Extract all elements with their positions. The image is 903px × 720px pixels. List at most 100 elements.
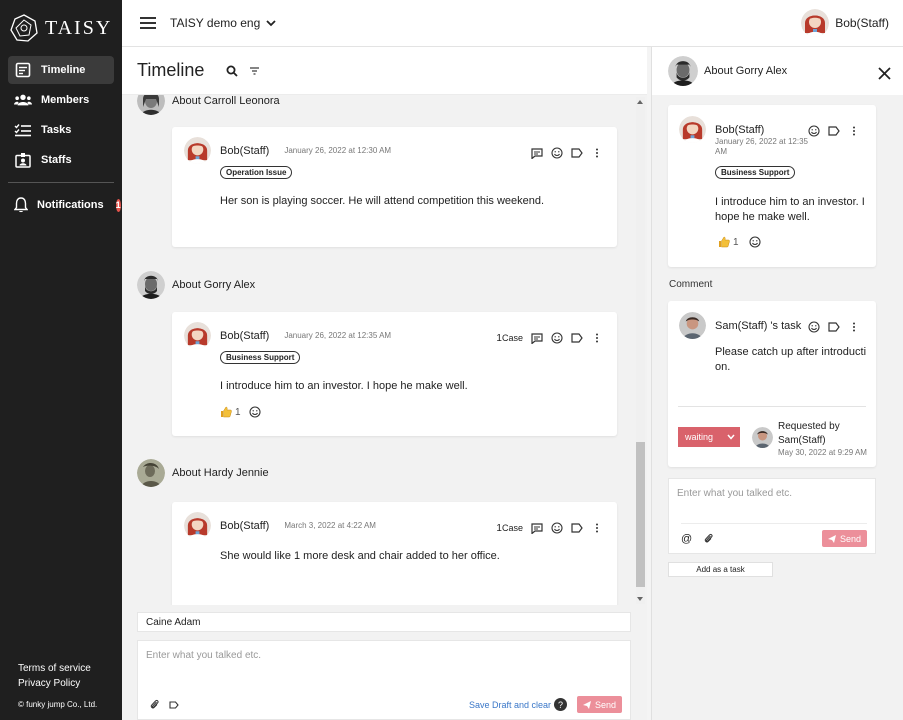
logo[interactable]: TAISY <box>0 0 122 46</box>
timeline-feed[interactable]: About Carroll Leonora Bob(Staff) January… <box>122 95 634 605</box>
scroll-up-icon[interactable] <box>637 100 643 104</box>
sidebar-item-label: Notifications <box>37 199 104 211</box>
emoji-icon[interactable] <box>808 321 820 333</box>
like-reaction[interactable]: 1 <box>220 406 241 418</box>
reactions: 1 <box>220 406 261 418</box>
org-name: TAISY demo eng <box>170 16 261 30</box>
tag-icon[interactable] <box>169 700 179 709</box>
requester-name[interactable]: Sam(Staff) <box>778 434 867 448</box>
tag-icon[interactable] <box>571 147 583 159</box>
members-icon <box>14 91 32 109</box>
top-bar: TAISY demo eng Bob(Staff) <box>122 0 903 47</box>
staffs-icon <box>14 151 32 169</box>
task-card: Sam(Staff) 's task Please catch up after… <box>668 301 876 467</box>
emoji-icon[interactable] <box>551 332 563 344</box>
org-selector[interactable]: TAISY demo eng <box>170 16 276 30</box>
comment-placeholder: Enter what you talked etc. <box>677 488 793 499</box>
tag-icon[interactable] <box>571 522 583 534</box>
comment-toolbar: @ Send <box>681 523 867 547</box>
terms-link[interactable]: Terms of service <box>18 661 97 676</box>
about-member[interactable]: About Hardy Jennie <box>137 459 269 487</box>
search-icon[interactable] <box>226 65 238 77</box>
composer-toolbar: Save Draft and clear ? Send <box>150 696 622 713</box>
post-card: Bob(Staff) January 26, 2022 at 12:35 AM … <box>172 312 617 436</box>
more-icon[interactable] <box>591 147 603 159</box>
sidebar-item-tasks[interactable]: Tasks <box>8 116 114 144</box>
post-author[interactable]: Bob(Staff) <box>715 124 764 136</box>
message-input[interactable]: Enter what you talked etc. Save Draft an… <box>137 640 631 720</box>
like-reaction[interactable]: 1 <box>718 236 739 248</box>
post-body: I introduce him to an investor. I hope h… <box>220 380 468 392</box>
tag-icon[interactable] <box>828 125 840 137</box>
about-member[interactable]: About Carroll Leonora <box>137 95 280 115</box>
timeline-scrollbar[interactable] <box>636 97 645 604</box>
avatar <box>801 9 830 37</box>
sidebar: TAISY Timeline Members Tasks Staffs Noti… <box>0 0 122 720</box>
sidebar-item-timeline[interactable]: Timeline <box>8 56 114 84</box>
post-header: Bob(Staff) January 26, 2022 at 12:35 AM <box>184 322 391 349</box>
menu-icon[interactable] <box>140 17 156 29</box>
tag-icon[interactable] <box>571 332 583 344</box>
brand-name: TAISY <box>45 16 113 39</box>
case-count[interactable]: 1Case <box>496 523 523 534</box>
send-button[interactable]: Send <box>577 696 622 713</box>
filter-icon[interactable] <box>250 66 260 75</box>
emoji-icon[interactable] <box>551 522 563 534</box>
task-status-select[interactable]: waiting <box>678 427 740 447</box>
avatar <box>184 322 211 349</box>
comment-input[interactable]: Enter what you talked etc. @ Send <box>668 478 876 554</box>
requested-date: May 30, 2022 at 9:29 AM <box>778 448 867 457</box>
about-member[interactable]: About Gorry Alex <box>137 271 255 299</box>
sidebar-item-staffs[interactable]: Staffs <box>8 146 114 174</box>
help-icon[interactable]: ? <box>554 698 567 711</box>
scroll-down-icon[interactable] <box>637 597 643 601</box>
sidebar-item-members[interactable]: Members <box>8 86 114 114</box>
comment-icon[interactable] <box>531 522 543 534</box>
post-date: March 3, 2022 at 4:22 AM <box>284 521 376 530</box>
attachment-icon[interactable] <box>150 699 159 710</box>
sidebar-footer: Terms of service Privacy Policy © funky … <box>18 661 97 712</box>
tag-icon[interactable] <box>828 321 840 333</box>
post-author[interactable]: Bob(Staff) <box>220 520 269 532</box>
mention-icon[interactable]: @ <box>681 533 692 545</box>
more-icon[interactable] <box>848 125 860 137</box>
add-as-task-button[interactable]: Add as a task <box>668 562 773 577</box>
post-body: Her son is playing soccer. He will atten… <box>220 195 545 207</box>
chevron-down-icon <box>727 434 735 440</box>
close-icon[interactable] <box>878 67 891 80</box>
emoji-icon[interactable] <box>551 147 563 159</box>
more-icon[interactable] <box>848 321 860 333</box>
comment-icon[interactable] <box>531 147 543 159</box>
post-date-cont: AM <box>715 147 727 156</box>
add-reaction-icon[interactable] <box>749 236 761 248</box>
avatar <box>752 427 773 448</box>
post-header: Bob(Staff) January 26, 2022 at 12:30 AM <box>184 137 391 164</box>
emoji-icon[interactable] <box>808 125 820 137</box>
comment-icon[interactable] <box>531 332 543 344</box>
case-count[interactable]: 1Case <box>496 333 523 344</box>
sidebar-item-notifications[interactable]: Notifications 1 <box>8 191 121 219</box>
mention-field[interactable]: Caine Adam <box>137 612 631 632</box>
sidebar-item-label: Tasks <box>41 124 72 136</box>
thumbs-up-icon <box>719 236 730 248</box>
category-tag: Business Support <box>220 351 301 364</box>
task-body: Please catch up after introducti on. <box>715 346 867 373</box>
post-author[interactable]: Bob(Staff) <box>220 145 269 157</box>
post-author[interactable]: Bob(Staff) <box>220 330 269 342</box>
add-reaction-icon[interactable] <box>249 406 261 418</box>
post-card: Bob(Staff) March 3, 2022 at 4:22 AM 1Cas… <box>172 502 617 605</box>
send-icon <box>582 700 591 709</box>
save-draft-button[interactable]: Save Draft and clear ? <box>469 698 567 711</box>
more-icon[interactable] <box>591 332 603 344</box>
privacy-link[interactable]: Privacy Policy <box>18 676 97 691</box>
more-icon[interactable] <box>591 522 603 534</box>
send-label: Send <box>839 533 862 544</box>
avatar <box>184 512 211 539</box>
user-menu[interactable]: Bob(Staff) <box>801 9 889 37</box>
attachment-icon[interactable] <box>704 533 713 544</box>
comment-send-button[interactable]: Send <box>822 530 867 547</box>
avatar <box>184 137 211 164</box>
task-title: Sam(Staff) 's task <box>715 320 802 332</box>
post-body: I introduce him to an investor. I hope h… <box>715 196 865 223</box>
scroll-thumb[interactable] <box>636 442 645 587</box>
